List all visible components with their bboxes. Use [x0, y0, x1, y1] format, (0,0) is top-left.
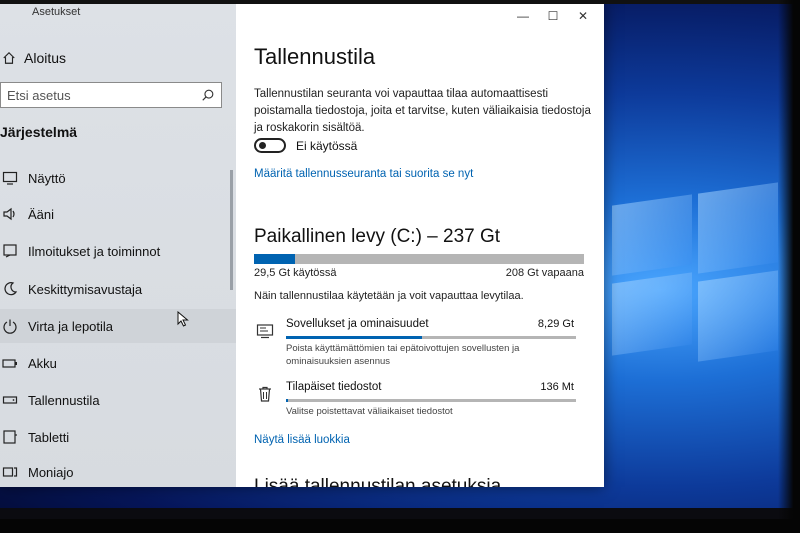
- sidebar-item-storage[interactable]: Tallennustila: [0, 383, 236, 417]
- storage-icon: [2, 396, 18, 404]
- apps-icon: [256, 324, 274, 339]
- category-usage-bar: [286, 336, 576, 339]
- windows-logo-pane: [612, 272, 692, 356]
- sidebar-item-focus-assist[interactable]: Keskittymisavustaja: [0, 272, 236, 306]
- storage-sense-toggle[interactable]: [254, 138, 286, 153]
- toggle-knob: [259, 142, 266, 149]
- settings-nav-pane: Asetukset Aloitus Järjestelmä Näyttö: [0, 0, 236, 487]
- windows-logo-pane: [698, 182, 778, 274]
- search-input[interactable]: [1, 83, 201, 107]
- nav-scrollbar[interactable]: [230, 170, 233, 290]
- window-controls: — ☐ ✕: [508, 6, 598, 26]
- sidebar-item-label: Ilmoitukset ja toiminnot: [28, 243, 161, 259]
- home-icon: [3, 51, 15, 64]
- mouse-cursor-icon: [177, 311, 189, 327]
- monitor-bezel: [0, 519, 800, 533]
- sidebar-item-label: Tabletti: [28, 429, 70, 445]
- show-more-categories-link[interactable]: Näytä lisää luokkia: [254, 434, 350, 446]
- nav-home-label: Aloitus: [24, 50, 67, 66]
- drive-title: Paikallinen levy (C:) – 237 Gt: [254, 226, 501, 247]
- sidebar-item-notifications[interactable]: Ilmoitukset ja toiminnot: [0, 234, 236, 268]
- drive-description: Näin tallennustilaa käytetään ja voit va…: [254, 290, 524, 302]
- sidebar-item-label: Ääni: [28, 206, 55, 222]
- storage-page: — ☐ ✕ Tallennustila Tallennustilan seura…: [236, 0, 604, 487]
- sidebar-item-display[interactable]: Näyttö: [0, 161, 236, 195]
- sidebar-item-label: Akku: [28, 355, 57, 371]
- sidebar-item-power[interactable]: Virta ja lepotila: [0, 309, 236, 343]
- windows-logo-pane: [698, 270, 778, 362]
- category-usage-bar: [286, 399, 576, 402]
- minimize-button[interactable]: —: [508, 6, 538, 26]
- power-icon: [3, 319, 17, 334]
- nav-home[interactable]: Aloitus: [0, 46, 66, 70]
- sidebar-item-label: Keskittymisavustaja: [28, 281, 143, 297]
- monitor-bezel: [0, 0, 800, 4]
- category-usage-fill: [286, 399, 289, 402]
- category-name: Sovellukset ja ominaisuudet: [286, 318, 429, 330]
- category-description: Poista käyttämättömien tai epätoivottuje…: [286, 343, 520, 367]
- sidebar-item-multitasking[interactable]: Moniajo: [0, 455, 236, 487]
- toggle-state-label: Ei käytössä: [296, 139, 358, 153]
- sidebar-item-tablet[interactable]: Tabletti: [0, 420, 236, 454]
- search-box[interactable]: [0, 82, 222, 108]
- search-icon[interactable]: [201, 88, 215, 102]
- category-description: Valitse poistettavat väliaikaiset tiedos…: [286, 406, 453, 417]
- drive-usage-bar: [254, 254, 584, 264]
- sidebar-item-label: Näyttö: [28, 170, 66, 186]
- close-button[interactable]: ✕: [568, 6, 598, 26]
- page-title: Tallennustila: [254, 44, 376, 69]
- battery-icon: [2, 359, 17, 368]
- category-usage-fill: [286, 336, 423, 339]
- sound-icon: [3, 207, 15, 221]
- window-title: Asetukset: [32, 6, 81, 18]
- sidebar-item-label: Moniajo: [28, 464, 74, 480]
- category-size: 8,29 Gt: [537, 318, 574, 330]
- tablet-icon: [3, 430, 17, 444]
- monitor-bezel: [778, 0, 800, 533]
- configure-storage-sense-link[interactable]: Määritä tallennusseuranta tai suorita se…: [254, 168, 473, 180]
- focus-assist-icon: [4, 282, 18, 296]
- drive-used-label: 29,5 Gt käytössä: [254, 267, 337, 279]
- category-apps[interactable]: Sovellukset ja ominaisuudet 8,29 Gt Pois…: [254, 318, 584, 372]
- sidebar-item-sound[interactable]: Ääni: [0, 197, 236, 231]
- drive-usage-fill: [254, 254, 295, 264]
- maximize-button[interactable]: ☐: [538, 6, 568, 26]
- notifications-icon: [3, 244, 17, 258]
- storage-sense-description: Tallennustilan seuranta voi vapauttaa ti…: [254, 88, 591, 134]
- more-storage-settings-heading: Lisää tallennustilan asetuksia: [254, 476, 502, 487]
- sidebar-item-label: Virta ja lepotila: [28, 318, 114, 334]
- windows-logo-pane: [612, 194, 692, 276]
- category-temporary-files[interactable]: Tilapäiset tiedostot 136 Mt Valitse pois…: [254, 381, 584, 421]
- category-name: Tilapäiset tiedostot: [286, 381, 382, 393]
- settings-window: Asetukset Aloitus Järjestelmä Näyttö: [0, 0, 604, 487]
- sidebar-item-battery[interactable]: Akku: [0, 346, 236, 380]
- trash-icon: [259, 386, 271, 402]
- multitasking-icon: [2, 467, 18, 477]
- drive-free-label: 208 Gt vapaana: [505, 267, 584, 279]
- display-icon: [2, 171, 18, 185]
- nav-section-title: Järjestelmä: [0, 124, 78, 140]
- sidebar-item-label: Tallennustila: [28, 392, 100, 408]
- category-size: 136 Mt: [540, 381, 574, 393]
